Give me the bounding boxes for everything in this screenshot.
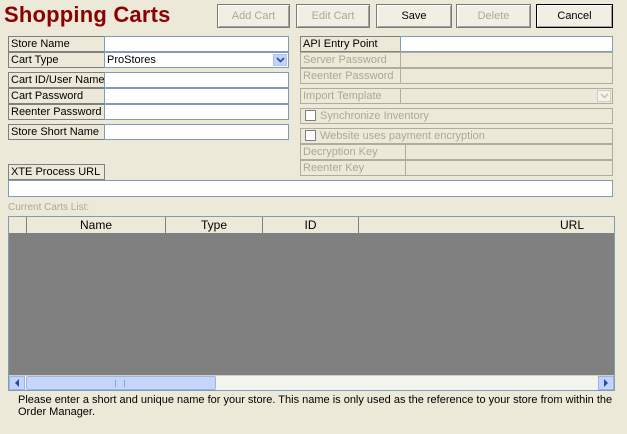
cart-type-value: ProStores xyxy=(107,54,156,66)
payment-encryption-checkbox[interactable]: Website uses payment encryption xyxy=(300,128,613,144)
store-name-label: Store Name xyxy=(8,36,105,52)
xte-process-url-field[interactable] xyxy=(8,180,613,197)
cart-id-label: Cart ID/User Name xyxy=(8,72,105,88)
reenter-password-field[interactable] xyxy=(104,104,289,120)
column-header-name[interactable]: Name xyxy=(27,217,166,234)
add-cart-button[interactable]: Add Cart xyxy=(217,4,290,28)
edit-cart-button[interactable]: Edit Cart xyxy=(296,4,370,28)
decryption-key-label: Decryption Key xyxy=(300,144,406,160)
synchronize-inventory-label: Synchronize Inventory xyxy=(320,110,429,122)
import-template-label: Import Template xyxy=(300,88,401,104)
api-entry-point-label: API Entry Point xyxy=(300,36,401,52)
page-title: Shopping Carts xyxy=(4,2,171,27)
store-short-name-label: Store Short Name xyxy=(8,124,105,140)
save-button[interactable]: Save xyxy=(376,4,452,28)
arrow-right-icon[interactable] xyxy=(598,376,614,390)
grip-icon xyxy=(115,380,125,387)
current-carts-list-label: Current Carts List: xyxy=(8,202,90,213)
row-selector-header xyxy=(9,217,27,234)
synchronize-inventory-checkbox[interactable]: Synchronize Inventory xyxy=(300,108,613,124)
checkbox-box xyxy=(305,129,316,141)
api-entry-point-field[interactable] xyxy=(400,36,613,52)
grid-header: Name Type ID URL xyxy=(9,217,614,234)
chevron-down-icon[interactable] xyxy=(597,90,611,102)
cart-password-label: Cart Password xyxy=(8,88,105,104)
scrollbar-thumb[interactable] xyxy=(26,376,216,390)
xte-process-url-label: XTE Process URL xyxy=(8,164,105,180)
cart-type-label: Cart Type xyxy=(8,52,105,68)
reenter-server-password-field[interactable] xyxy=(400,68,613,84)
reenter-key-label: Reenter Key xyxy=(300,160,406,176)
cart-type-select[interactable]: ProStores xyxy=(104,52,289,68)
column-header-id[interactable]: ID xyxy=(263,217,359,234)
cancel-button[interactable]: Cancel xyxy=(536,4,613,28)
column-header-url[interactable]: URL xyxy=(359,217,614,234)
horizontal-scrollbar[interactable] xyxy=(9,375,614,390)
reenter-server-password-label: Reenter Password xyxy=(300,68,401,84)
cart-id-field[interactable] xyxy=(104,72,289,88)
chevron-down-icon[interactable] xyxy=(273,54,287,66)
store-short-name-field[interactable] xyxy=(104,124,289,140)
decryption-key-field[interactable] xyxy=(405,144,613,160)
cart-password-field[interactable] xyxy=(104,88,289,104)
carts-grid[interactable]: Name Type ID URL xyxy=(8,216,615,391)
column-header-type[interactable]: Type xyxy=(166,217,263,234)
delete-button[interactable]: Delete xyxy=(456,4,531,28)
reenter-password-label: Reenter Password xyxy=(8,104,105,120)
arrow-left-icon[interactable] xyxy=(9,376,25,390)
reenter-key-field[interactable] xyxy=(405,160,613,176)
payment-encryption-label: Website uses payment encryption xyxy=(320,130,485,142)
checkbox-box xyxy=(305,109,316,121)
server-password-label: Server Password xyxy=(300,52,401,68)
server-password-field[interactable] xyxy=(400,52,613,68)
save-button-label: Save xyxy=(401,10,427,22)
store-name-field[interactable] xyxy=(104,36,289,52)
help-text: Please enter a short and unique name for… xyxy=(18,394,613,418)
import-template-select[interactable] xyxy=(400,88,613,104)
